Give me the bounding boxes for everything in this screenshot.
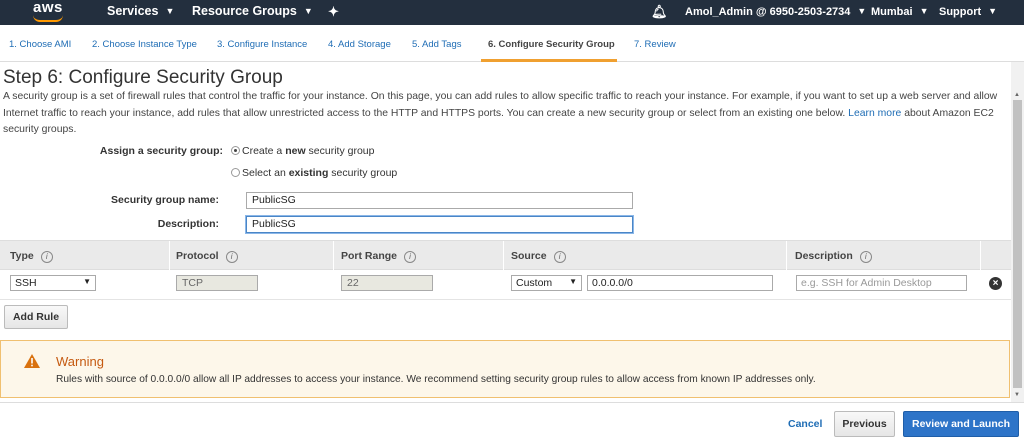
- warning-alert: Warning Rules with source of 0.0.0.0/0 a…: [0, 340, 1010, 398]
- source-select[interactable]: Custom ▼: [511, 275, 582, 291]
- step-review[interactable]: 7. Review: [634, 39, 676, 50]
- option-existing-text: Select an: [242, 167, 289, 179]
- option-new-bold: new: [285, 145, 306, 157]
- previous-button[interactable]: Previous: [834, 411, 895, 437]
- region-label: Mumbai: [871, 6, 913, 18]
- header-description: Description i: [795, 250, 872, 263]
- radio-select-existing[interactable]: Select an existing security group: [231, 167, 397, 179]
- port-range-field: 22: [341, 275, 433, 291]
- info-icon[interactable]: i: [859, 251, 872, 263]
- type-select[interactable]: SSH ▼: [10, 275, 96, 291]
- step-add-tags[interactable]: 5. Add Tags: [412, 39, 461, 50]
- step-choose-instance-type[interactable]: 2. Choose Instance Type: [92, 39, 197, 50]
- step-configure-instance[interactable]: 3. Configure Instance: [217, 39, 307, 50]
- column-divider: [980, 241, 981, 270]
- source-mode-value: Custom: [516, 277, 553, 289]
- chevron-down-icon: ▼: [165, 6, 175, 16]
- header-source: Source i: [511, 250, 566, 263]
- review-and-launch-button[interactable]: Review and Launch: [903, 411, 1019, 437]
- remove-rule-icon[interactable]: ×: [989, 277, 1002, 290]
- warning-icon: [24, 354, 40, 368]
- header-protocol: Protocol i: [176, 250, 238, 263]
- services-menu[interactable]: Services ▼: [107, 0, 174, 25]
- vertical-scrollbar[interactable]: ▲ ▼: [1011, 62, 1024, 402]
- account-menu[interactable]: Amol_Admin @ 6950-2503-2734 ▼: [685, 0, 866, 25]
- wizard-steps: 1. Choose AMI 2. Choose Instance Type 3.…: [0, 25, 1024, 62]
- aws-logo[interactable]: aws: [33, 0, 63, 16]
- chevron-down-icon: ▼: [919, 6, 929, 16]
- header-description-label: Description: [795, 250, 853, 262]
- column-divider: [786, 241, 787, 270]
- rules-table-header: Type i Protocol i Port Range i Source i Desc…: [0, 240, 1011, 270]
- rule-description-input[interactable]: e.g. SSH for Admin Desktop: [796, 275, 967, 291]
- table-row: SSH ▼ TCP 22 Custom ▼ 0.0.0.0/0 e.g. SSH f…: [0, 270, 1011, 300]
- option-existing-text-post: security group: [328, 167, 398, 179]
- step-configure-security-group[interactable]: 6. Configure Security Group: [488, 39, 615, 50]
- radio-unselected-icon[interactable]: [231, 168, 240, 177]
- cancel-link[interactable]: Cancel: [788, 418, 822, 430]
- chevron-down-icon: ▼: [988, 6, 998, 16]
- top-navigation-bar: aws Services ▼ Resource Groups ▼ ✦ 🔔︎ Amol…: [0, 0, 1024, 25]
- option-new-text-post: security group: [305, 145, 375, 157]
- services-label: Services: [107, 4, 159, 18]
- pin-icon[interactable]: ✦: [328, 0, 339, 25]
- assign-security-group-label: Assign a security group:: [99, 145, 223, 157]
- info-icon[interactable]: i: [553, 251, 566, 263]
- step-choose-ami[interactable]: 1. Choose AMI: [9, 39, 71, 50]
- header-port-range: Port Range i: [341, 250, 417, 263]
- column-divider: [503, 241, 504, 270]
- dropdown-arrow-icon: ▼: [569, 277, 577, 286]
- security-group-name-input[interactable]: PublicSG: [246, 192, 633, 209]
- description-input[interactable]: PublicSG: [246, 216, 633, 233]
- header-type-label: Type: [10, 250, 34, 262]
- chevron-down-icon: ▼: [857, 6, 867, 16]
- aws-logo-smile-icon: [33, 15, 63, 22]
- resource-groups-label: Resource Groups: [192, 4, 297, 18]
- learn-more-link[interactable]: Learn more: [848, 108, 901, 119]
- add-rule-button[interactable]: Add Rule: [4, 305, 68, 329]
- security-group-name-label: Security group name:: [111, 194, 219, 206]
- scroll-down-icon[interactable]: ▼: [1014, 392, 1020, 398]
- header-port-range-label: Port Range: [341, 250, 398, 262]
- page-description: A security group is a set of firewall ru…: [3, 89, 1008, 139]
- header-protocol-label: Protocol: [176, 250, 219, 262]
- option-existing-bold: existing: [288, 167, 329, 179]
- step-add-storage[interactable]: 4. Add Storage: [328, 39, 391, 50]
- support-menu[interactable]: Support ▼: [939, 0, 997, 25]
- column-divider: [169, 241, 170, 270]
- resource-groups-menu[interactable]: Resource Groups ▼: [192, 0, 313, 25]
- info-icon[interactable]: i: [225, 251, 238, 263]
- type-value: SSH: [15, 277, 37, 289]
- protocol-field: TCP: [176, 275, 258, 291]
- info-icon[interactable]: i: [40, 251, 53, 263]
- radio-selected-icon[interactable]: [231, 146, 240, 155]
- scrollbar-thumb[interactable]: [1013, 100, 1022, 388]
- option-new-text: Create a: [242, 145, 286, 157]
- warning-title: Warning: [56, 354, 104, 369]
- account-label: Amol_Admin @ 6950-2503-2734: [685, 6, 851, 18]
- scroll-up-icon[interactable]: ▲: [1014, 92, 1020, 98]
- region-menu[interactable]: Mumbai ▼: [871, 0, 928, 25]
- column-divider: [333, 241, 334, 270]
- source-cidr-input[interactable]: 0.0.0.0/0: [587, 275, 773, 291]
- warning-message: Rules with source of 0.0.0.0/0 allow all…: [56, 374, 816, 385]
- dropdown-arrow-icon: ▼: [83, 277, 91, 286]
- header-type: Type i: [10, 250, 53, 263]
- page-title: Step 6: Configure Security Group: [3, 67, 283, 88]
- header-source-label: Source: [511, 250, 547, 262]
- bell-icon[interactable]: 🔔︎: [651, 0, 668, 25]
- chevron-down-icon: ▼: [303, 6, 313, 16]
- wizard-footer: Cancel Previous Review and Launch: [0, 402, 1024, 441]
- radio-create-new[interactable]: Create a new security group: [231, 145, 375, 157]
- main-content: Step 6: Configure Security Group A secur…: [0, 62, 1011, 402]
- info-icon[interactable]: i: [404, 251, 417, 263]
- description-label: Description:: [157, 218, 219, 230]
- support-label: Support: [939, 6, 982, 18]
